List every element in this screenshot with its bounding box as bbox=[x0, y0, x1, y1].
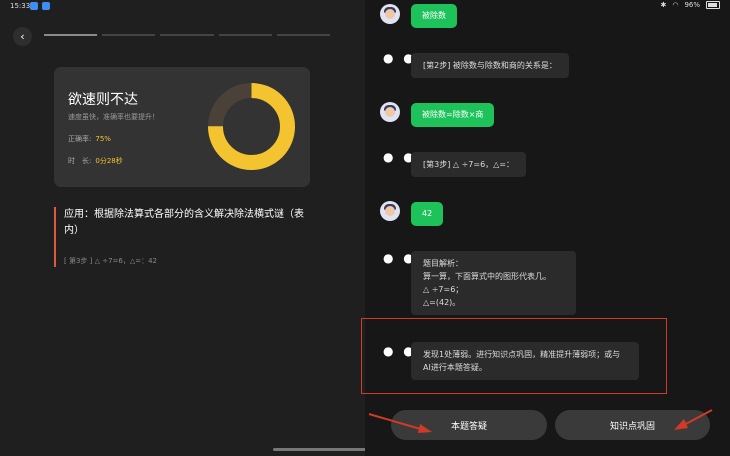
accuracy-stat: 正确率: 75% bbox=[68, 134, 111, 144]
accuracy-ring-chart bbox=[208, 83, 295, 170]
status-icons: ✱ ◠ 96% bbox=[660, 1, 720, 9]
accuracy-value: 75% bbox=[95, 135, 111, 143]
accuracy-label: 正确率: bbox=[68, 135, 92, 143]
user-message-bubble: 被除数=除数×商 bbox=[411, 103, 495, 127]
user-message-bubble: 被除数 bbox=[411, 4, 457, 28]
chevron-left-icon: ‹ bbox=[20, 30, 25, 43]
bluetooth-icon: ✱ bbox=[660, 1, 667, 9]
wifi-icon: ◠ bbox=[672, 1, 679, 9]
notification-app-icon bbox=[30, 2, 38, 10]
highlight-box bbox=[361, 318, 667, 394]
duration-label: 时 长: bbox=[68, 157, 92, 165]
progress-segment bbox=[102, 34, 156, 36]
analysis-line: △=(42)。 bbox=[423, 298, 461, 307]
application-title: 应用：根据除法算式各部分的含义解决除法横式谜（表内） bbox=[64, 209, 304, 236]
duration-value: 0分28秒 bbox=[95, 157, 123, 165]
status-time: 15:33 bbox=[10, 2, 31, 10]
progress-segment bbox=[276, 34, 331, 36]
user-avatar bbox=[380, 4, 400, 24]
progress-segment bbox=[218, 34, 272, 36]
user-avatar bbox=[380, 201, 400, 221]
battery-icon bbox=[706, 1, 720, 9]
battery-text: 96% bbox=[684, 1, 700, 9]
result-title: 欲速则不达 bbox=[68, 92, 138, 108]
knowledge-review-button[interactable]: 知识点巩固 bbox=[555, 410, 710, 440]
duration-stat: 时 长: 0分28秒 bbox=[68, 156, 123, 166]
exercise-result-panel: 15:33 ‹ 欲速则不达 速度虽快，准确率也要提升！ 正确率: 75% 时 长:… bbox=[0, 0, 458, 456]
application-step: [ 第3步 ] △ ÷7=6，△=：42 bbox=[64, 257, 157, 265]
progress-segment bbox=[160, 34, 214, 36]
question-help-button[interactable]: 本题答疑 bbox=[391, 410, 547, 440]
progress-bar bbox=[44, 34, 331, 36]
user-message-bubble: 42 bbox=[411, 202, 444, 226]
analysis-line: 题目解析： bbox=[423, 259, 463, 268]
progress-segment bbox=[44, 34, 98, 36]
analysis-line: 算一算，下面算式中的图形代表几。 bbox=[423, 272, 551, 281]
back-button[interactable]: ‹ bbox=[13, 27, 32, 46]
notification-app-icon bbox=[42, 2, 50, 10]
ai-message-bubble: [第3步] △ ÷7=6，△=： bbox=[411, 152, 527, 177]
application-accent-line bbox=[54, 207, 56, 267]
ai-message-bubble: [第2步] 被除数与除数和商的关系是： bbox=[411, 53, 569, 78]
user-avatar bbox=[380, 102, 400, 122]
analysis-line: △ ÷7=6； bbox=[423, 285, 464, 294]
result-subtitle: 速度虽快，准确率也要提升！ bbox=[68, 113, 159, 121]
ai-analysis-bubble: 题目解析： 算一算，下面算式中的图形代表几。 △ ÷7=6； △=(42)。 bbox=[411, 251, 576, 315]
result-card: 欲速则不达 速度虽快，准确率也要提升！ 正确率: 75% 时 长: 0分28秒 bbox=[54, 67, 310, 187]
